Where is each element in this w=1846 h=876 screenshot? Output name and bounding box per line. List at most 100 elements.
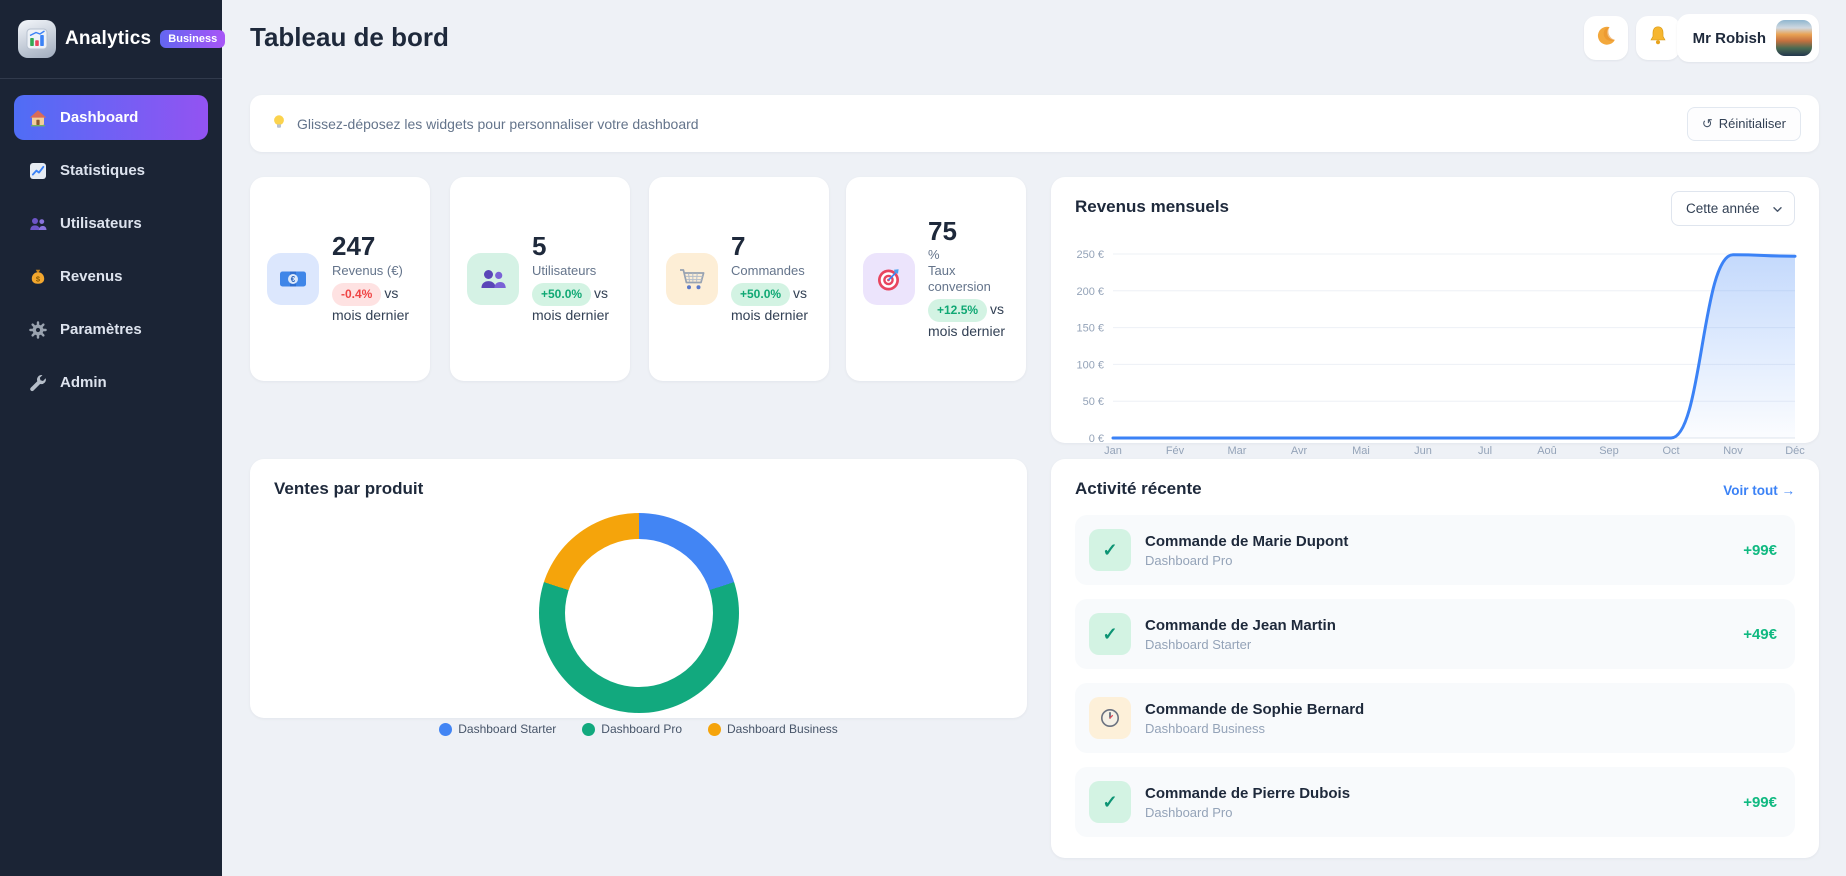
svg-text:0 €: 0 € <box>1089 433 1104 445</box>
chart-line-icon <box>28 161 48 181</box>
revenue-line-chart: 0 € 50 € 100 € 150 € 200 € 250 € Jan Fév Mar Avr M… <box>1076 249 1805 457</box>
legend-dot-green <box>582 722 596 736</box>
clock-icon <box>1089 697 1131 739</box>
sales-chart-card: Ventes par produit <box>250 459 1027 718</box>
svg-text:250 €: 250 € <box>1076 249 1104 261</box>
stat-card-taux-conversion[interactable]: 75 % Taux conversion +12.5% vs mois derni… <box>846 177 1026 381</box>
svg-text:150 €: 150 € <box>1076 323 1104 335</box>
cart-icon <box>666 253 718 305</box>
revenue-chart-title: Revenus mensuels <box>1075 197 1230 216</box>
activity-title: Activité récente <box>1075 479 1202 498</box>
sidebar-item-label: Utilisateurs <box>60 215 142 232</box>
donut-legend: Dashboard Starter Dashboard Pro Dashboar… <box>250 722 1027 736</box>
svg-text:Oct: Oct <box>1662 445 1679 457</box>
activity-row-product: Dashboard Business <box>1145 720 1265 736</box>
sidebar-item-statistiques[interactable]: Statistiques <box>14 148 208 193</box>
stat-change-badge: -0.4% <box>332 283 382 307</box>
app-logo: Analytics Business <box>0 0 226 79</box>
activity-row[interactable]: Commande de Sophie Bernard Dashboard Bus… <box>1075 683 1795 753</box>
money-bag-icon: $ <box>28 267 48 287</box>
svg-text:€: € <box>291 275 296 284</box>
banknote-icon: € <box>267 253 319 305</box>
stat-card-utilisateurs[interactable]: 5 Utilisateurs +50.0% vs mois dernier <box>450 177 630 381</box>
stat-change-badge: +50.0% <box>731 283 791 307</box>
sidebar-item-label: Paramètres <box>60 321 142 338</box>
reset-icon: ↺ <box>1701 115 1713 131</box>
gear-icon <box>28 320 48 340</box>
user-name: Mr Robish <box>1692 29 1766 47</box>
sidebar-item-label: Revenus <box>60 268 123 285</box>
svg-text:50 €: 50 € <box>1083 396 1104 408</box>
stat-label: Utilisateurs <box>532 263 597 279</box>
donut-hole <box>565 539 713 687</box>
wrench-icon <box>28 373 48 393</box>
activity-row-amount: +99€ <box>1743 541 1777 559</box>
recent-activity-card: Activité récente Voir tout → ✓ Commande … <box>1051 459 1819 858</box>
legend-item-business: Dashboard Business <box>708 722 838 736</box>
legend-item-pro: Dashboard Pro <box>582 722 682 736</box>
view-all-link[interactable]: Voir tout → <box>1723 483 1795 498</box>
svg-text:Mai: Mai <box>1352 445 1370 457</box>
page-title: Tableau de bord <box>250 22 449 52</box>
svg-text:Jan: Jan <box>1104 445 1122 457</box>
svg-text:Déc: Déc <box>1785 445 1805 457</box>
reset-button[interactable]: ↺ Réinitialiser <box>1686 106 1801 141</box>
legend-dot-orange <box>708 722 722 736</box>
sidebar-item-label: Admin <box>60 374 107 391</box>
plan-badge: Business <box>160 30 226 48</box>
sidebar-item-label: Statistiques <box>60 162 146 179</box>
activity-row-product: Dashboard Pro <box>1145 804 1233 820</box>
stat-label: Taux conversion <box>928 262 991 294</box>
stat-value: 5 <box>532 231 547 262</box>
sidebar: Analytics Business Dashboard Statistique… <box>0 0 226 876</box>
stat-value: 7 <box>731 231 746 262</box>
sidebar-item-revenus[interactable]: $ Revenus <box>14 254 208 299</box>
year-range-select[interactable]: Cette année <box>1671 191 1795 226</box>
sidebar-nav: Dashboard Statistiques Utilisateurs $ Re… <box>0 79 222 421</box>
sidebar-item-admin[interactable]: Admin <box>14 360 208 405</box>
activity-row-title: Commande de Marie Dupont <box>1145 532 1349 550</box>
theme-toggle-button[interactable] <box>1584 16 1628 60</box>
bell-icon <box>1646 24 1670 53</box>
hint-text: Glissez-déposez les widgets pour personn… <box>297 115 699 132</box>
notifications-button[interactable] <box>1636 16 1680 60</box>
sidebar-item-dashboard[interactable]: Dashboard <box>14 95 208 140</box>
activity-row-product: Dashboard Starter <box>1145 636 1252 652</box>
svg-text:Sep: Sep <box>1599 445 1619 457</box>
svg-text:Aoû: Aoû <box>1537 445 1557 457</box>
svg-text:Avr: Avr <box>1291 445 1308 457</box>
revenue-chart-card: Revenus mensuels Cette année 0 € 50 € 100 … <box>1051 177 1819 457</box>
stat-unit: % <box>928 246 940 262</box>
users-icon <box>28 214 48 234</box>
check-icon: ✓ <box>1089 613 1131 655</box>
stat-value: 247 <box>332 231 376 262</box>
users-icon <box>467 253 519 305</box>
activity-row[interactable]: ✓ Commande de Marie Dupont Dashboard Pro… <box>1075 515 1795 585</box>
legend-label: Dashboard Business <box>727 722 838 736</box>
bar-chart-logo-icon <box>18 20 56 58</box>
lightbulb-icon <box>270 113 288 134</box>
activity-row-product: Dashboard Pro <box>1145 552 1233 568</box>
stat-card-revenus[interactable]: € 247 Revenus (€) -0.4% vs mois dernier <box>250 177 430 381</box>
legend-item-starter: Dashboard Starter <box>439 722 556 736</box>
activity-row[interactable]: ✓ Commande de Jean Martin Dashboard Star… <box>1075 599 1795 669</box>
reset-label: Réinitialiser <box>1718 116 1786 131</box>
activity-row-title: Commande de Jean Martin <box>1145 616 1336 634</box>
target-icon <box>863 253 915 305</box>
sidebar-item-parametres[interactable]: Paramètres <box>14 307 208 352</box>
sales-chart-title: Ventes par produit <box>274 479 424 498</box>
user-menu[interactable]: Mr Robish <box>1676 14 1819 62</box>
hint-banner: Glissez-déposez les widgets pour personn… <box>250 95 1819 152</box>
sidebar-item-utilisateurs[interactable]: Utilisateurs <box>14 201 208 246</box>
activity-row-amount: +49€ <box>1743 625 1777 643</box>
legend-dot-blue <box>439 722 453 736</box>
activity-row[interactable]: ✓ Commande de Pierre Dubois Dashboard Pr… <box>1075 767 1795 837</box>
home-icon <box>28 108 48 128</box>
stat-card-commandes[interactable]: 7 Commandes +50.0% vs mois dernier <box>649 177 829 381</box>
check-icon: ✓ <box>1089 529 1131 571</box>
main-content: Tableau de bord Mr Robish Glissez-dépose… <box>222 0 1846 876</box>
legend-label: Dashboard Starter <box>458 722 557 736</box>
avatar <box>1776 20 1812 56</box>
legend-label: Dashboard Pro <box>601 722 683 736</box>
svg-text:Jun: Jun <box>1414 445 1432 457</box>
